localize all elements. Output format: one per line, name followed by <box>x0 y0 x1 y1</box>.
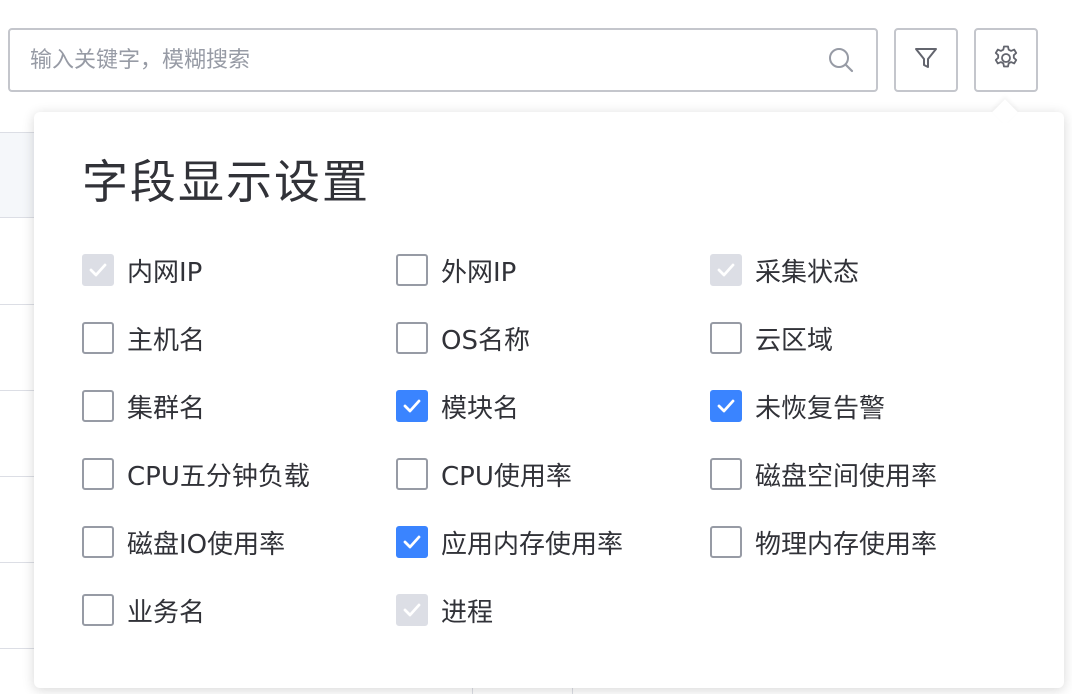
field-checkbox <box>82 254 114 286</box>
field-checkbox[interactable] <box>710 458 742 490</box>
field-checkbox <box>710 254 742 286</box>
field-option-label: 磁盘IO使用率 <box>127 529 286 560</box>
checkmark-icon <box>715 259 737 281</box>
field-option-label: 业务名 <box>127 597 206 628</box>
field-checkbox[interactable] <box>710 526 742 558</box>
field-checkbox[interactable] <box>82 390 114 422</box>
checkmark-icon <box>715 395 737 417</box>
field-checkbox[interactable] <box>82 526 114 558</box>
field-option-label: 采集状态 <box>755 257 860 288</box>
field-option[interactable]: 物理内存使用率 <box>710 522 1024 562</box>
checkmark-icon <box>87 259 109 281</box>
field-option-label: 进程 <box>441 597 494 628</box>
field-option: 内网IP <box>82 250 396 290</box>
field-checkbox <box>396 594 428 626</box>
field-checkbox[interactable] <box>396 322 428 354</box>
field-option-label: 未恢复告警 <box>755 393 886 424</box>
table-cell-fragment: — <box>104 676 124 694</box>
checkmark-icon <box>401 395 423 417</box>
field-checkbox[interactable] <box>396 390 428 422</box>
field-option-label: OS名称 <box>441 325 530 356</box>
field-option-label: 外网IP <box>441 257 517 288</box>
field-settings-button[interactable] <box>974 28 1038 92</box>
field-option[interactable]: 主机名 <box>82 318 396 358</box>
field-checkbox[interactable] <box>396 254 428 286</box>
field-option: 采集状态 <box>710 250 1024 290</box>
funnel-icon <box>913 45 939 75</box>
field-option-label: 内网IP <box>127 257 203 288</box>
field-option-label: 集群名 <box>127 393 206 424</box>
field-checkbox[interactable] <box>710 322 742 354</box>
field-checkbox[interactable] <box>710 390 742 422</box>
checkmark-icon <box>401 599 423 621</box>
field-checkbox[interactable] <box>396 458 428 490</box>
field-option-label: 磁盘空间使用率 <box>755 461 938 492</box>
search-input[interactable] <box>30 30 826 90</box>
field-option-label: CPU五分钟负载 <box>127 461 310 492</box>
field-checkbox[interactable] <box>82 322 114 354</box>
field-option[interactable]: CPU使用率 <box>396 454 710 494</box>
field-option-label: CPU使用率 <box>441 461 572 492</box>
field-option[interactable]: 业务名 <box>82 590 396 630</box>
field-option-label: 云区域 <box>755 325 834 356</box>
field-option[interactable]: 模块名 <box>396 386 710 426</box>
field-option[interactable]: OS名称 <box>396 318 710 358</box>
search-box[interactable] <box>8 28 878 92</box>
field-option-label: 应用内存使用率 <box>441 529 624 560</box>
field-checkbox[interactable] <box>82 594 114 626</box>
field-option-label: 主机名 <box>127 325 206 356</box>
field-options-grid: 内网IP 外网IP 采集状态主机名 OS名称 云区域集群名 模块名 未恢复告警 CPU五分钟负… <box>82 250 1024 658</box>
page: 字段显示设置 内网IP 外网IP 采集状态主机名 OS名称 云区域集群名 模块名 未恢复告警… <box>0 0 1072 694</box>
field-option[interactable]: 未恢复告警 <box>710 386 1024 426</box>
field-option[interactable]: 磁盘空间使用率 <box>710 454 1024 494</box>
field-option[interactable]: 外网IP <box>396 250 710 290</box>
field-settings-popover: 字段显示设置 内网IP 外网IP 采集状态主机名 OS名称 云区域集群名 模块名 未恢复告警… <box>34 99 1064 688</box>
field-checkbox[interactable] <box>82 458 114 490</box>
field-option-label: 物理内存使用率 <box>755 529 938 560</box>
field-option[interactable]: 云区域 <box>710 318 1024 358</box>
field-option[interactable]: 集群名 <box>82 386 396 426</box>
field-option-label: 模块名 <box>441 393 520 424</box>
field-option[interactable]: 磁盘IO使用率 <box>82 522 396 562</box>
field-option[interactable]: 应用内存使用率 <box>396 522 710 562</box>
popover-title: 字段显示设置 <box>82 155 370 209</box>
field-checkbox[interactable] <box>396 526 428 558</box>
field-option: 进程 <box>396 590 710 630</box>
popover-arrow <box>992 99 1018 125</box>
search-icon[interactable] <box>826 45 856 75</box>
checkmark-icon <box>401 531 423 553</box>
gear-icon <box>992 44 1020 76</box>
field-option[interactable]: CPU五分钟负载 <box>82 454 396 494</box>
filter-button[interactable] <box>894 28 958 92</box>
